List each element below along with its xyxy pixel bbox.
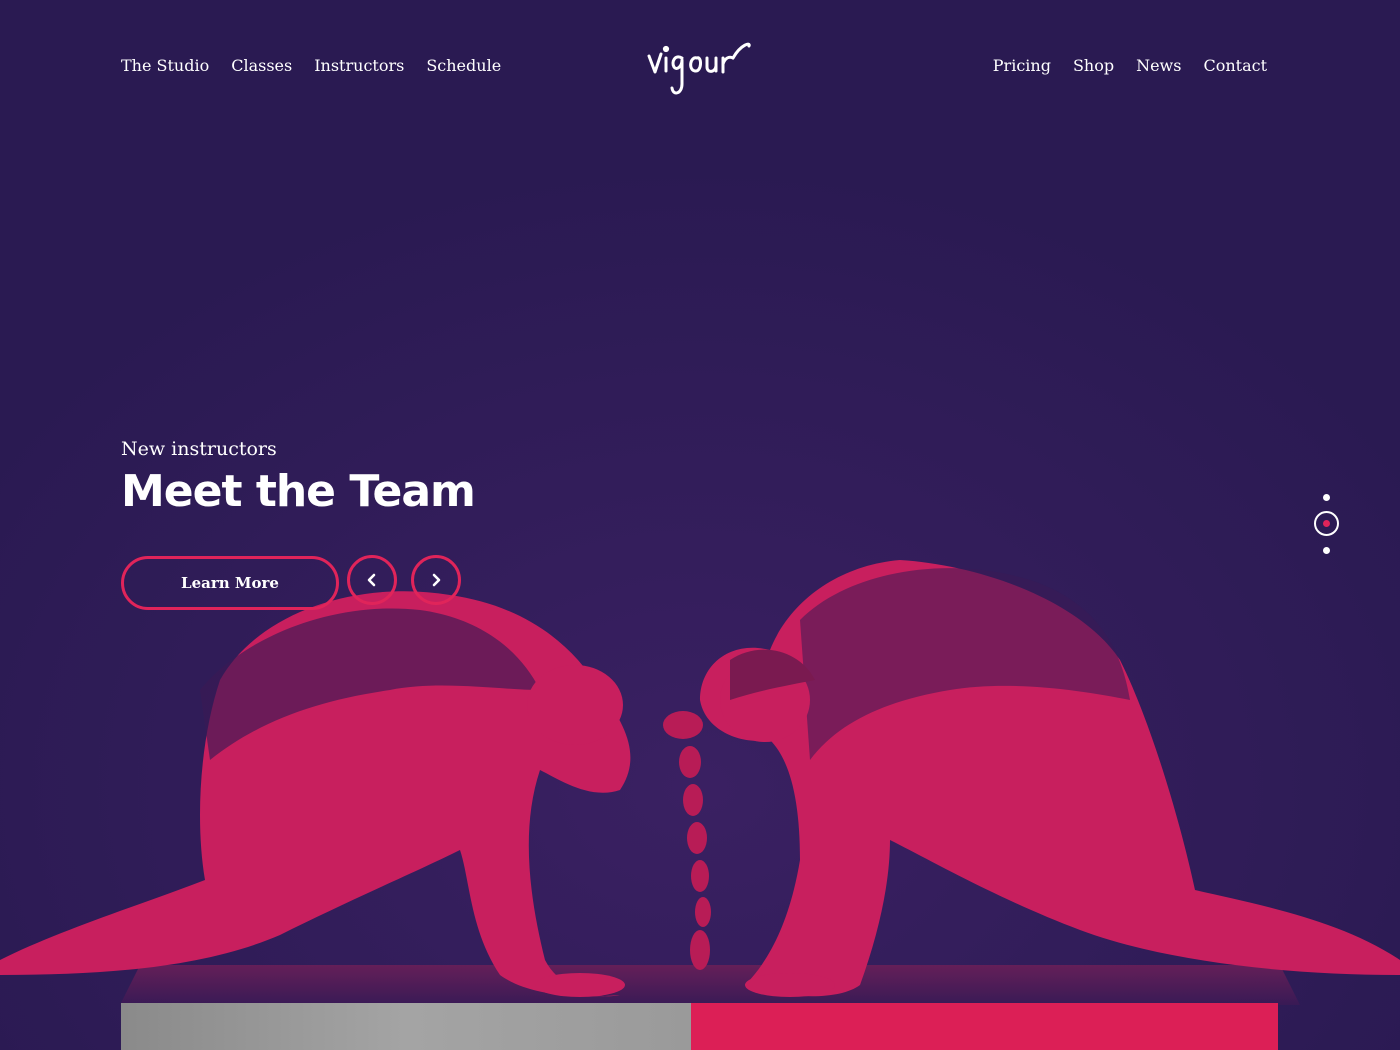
feature-card-accent: [691, 1003, 1278, 1050]
hero-section: The Studio Classes Instructors Schedule …: [0, 0, 1400, 1050]
slide-prev-button[interactable]: [347, 555, 397, 605]
primary-nav-left: The Studio Classes Instructors Schedule: [121, 56, 523, 75]
chevron-left-icon: [367, 573, 376, 587]
nav-link-classes[interactable]: Classes: [231, 56, 292, 75]
vigour-logo-icon: [647, 42, 751, 95]
chevron-right-icon: [432, 573, 441, 587]
feature-card-image: [121, 1003, 691, 1050]
learn-more-button[interactable]: Learn More: [121, 556, 339, 610]
hero-image: [0, 0, 1400, 1050]
slider-dot-2-active[interactable]: [1314, 511, 1339, 536]
site-logo[interactable]: [645, 36, 755, 100]
nav-link-the-studio[interactable]: The Studio: [121, 56, 209, 75]
slider-dot-3[interactable]: [1323, 547, 1330, 554]
nav-link-schedule[interactable]: Schedule: [426, 56, 501, 75]
slide-next-button[interactable]: [411, 555, 461, 605]
nav-link-instructors[interactable]: Instructors: [314, 56, 404, 75]
hero-title: Meet the Team: [121, 466, 476, 517]
nav-link-shop[interactable]: Shop: [1073, 56, 1114, 75]
nav-link-pricing[interactable]: Pricing: [993, 56, 1051, 75]
nav-link-contact[interactable]: Contact: [1203, 56, 1267, 75]
hero-eyebrow: New instructors: [121, 438, 277, 460]
primary-nav-right: Pricing Shop News Contact: [971, 56, 1267, 75]
slider-pagination: [1312, 490, 1340, 558]
slider-dot-1[interactable]: [1323, 494, 1330, 501]
nav-link-news[interactable]: News: [1136, 56, 1181, 75]
